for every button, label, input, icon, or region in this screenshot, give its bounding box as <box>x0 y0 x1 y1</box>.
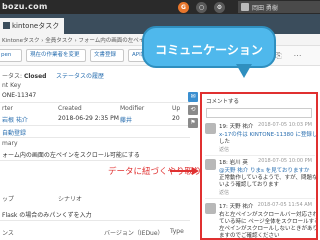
summary-label: mary <box>2 140 18 147</box>
open-button[interactable]: pen <box>0 49 22 62</box>
avatar <box>205 203 216 214</box>
modifier-label: Modifier <box>120 105 145 112</box>
bell-icon[interactable]: ○ <box>196 2 207 13</box>
reporter-label: rter <box>2 105 13 112</box>
comment-item: 17: 天野 祐介 2018-07-05 11:54 AM 右と左ペインがスクロ… <box>205 202 316 239</box>
tab-label: kintoneタスク <box>12 22 60 30</box>
extra-note: Flask の場合のみパンくずを入力 <box>2 212 92 219</box>
comment-input[interactable] <box>206 108 312 118</box>
created-value: 2018-06-29 2:35 PM <box>58 115 119 122</box>
gear-icon[interactable]: ⚙ <box>214 2 225 13</box>
arrow-head-icon <box>192 167 199 175</box>
comment-author: 17: 天野 祐介 <box>219 204 254 210</box>
user-name: 岡田 勇樹 <box>252 5 278 12</box>
reply-link[interactable]: 返信 <box>219 189 229 196</box>
footer-label: ンス <box>2 230 14 237</box>
bubble-tail <box>236 64 252 78</box>
auto-register-link[interactable]: 自動登録 <box>2 128 26 137</box>
updated-label: Up <box>172 105 181 112</box>
status-label: ータス: Closed <box>2 73 47 80</box>
comment-item: 18: 岩川 英 2018-07-05 10:00 PM @天野 祐介 りまs … <box>205 158 316 202</box>
modifier-value[interactable]: 藤井 <box>120 115 132 124</box>
comment-line: した <box>219 139 231 145</box>
bubble-text: コミュニケーション <box>155 43 263 57</box>
change-assignee-button[interactable]: 現在の作業者を変更 <box>26 49 86 62</box>
comment-line: いよう確認しております <box>219 182 280 188</box>
steps-label: ップ <box>2 196 15 203</box>
more-icon[interactable]: ⋯ <box>293 51 302 60</box>
comment-author: 19: 天野 祐介 <box>219 124 254 130</box>
app-logo[interactable]: bozu.com <box>2 2 48 11</box>
key-label: nt Key <box>2 82 21 89</box>
comment-author: 18: 岩川 英 <box>219 160 248 166</box>
avatar <box>241 3 249 11</box>
grid-icon[interactable]: G <box>178 2 189 13</box>
summary-value: ォーム内の画面の左ペインをスクロール可能にする <box>2 152 140 159</box>
reply-link[interactable]: 返信 <box>219 146 229 153</box>
comment-icon[interactable]: ✉ <box>188 92 198 102</box>
comment-item: 19: 天野 祐介 2018-07-05 10:03 PM x-17の件は KI… <box>205 122 318 158</box>
updated-value: 20 <box>172 115 180 122</box>
global-header: bozu.com G ○ ⚙ 岡田 勇樹 <box>0 0 320 14</box>
reporter-value[interactable]: 岩根 祐介 <box>2 115 28 124</box>
footer-version: バージョン（IEDue） <box>104 230 164 237</box>
status-history-link[interactable]: ステータスの履歴 <box>56 71 104 80</box>
history-icon[interactable]: ⟲ <box>188 105 198 115</box>
comment-panel: コメントする 19: 天野 祐介 2018-07-05 10:03 PM x-1… <box>200 92 318 240</box>
flag-icon[interactable]: ⚑ <box>188 118 198 128</box>
speech-bubble: コミュニケーション <box>142 26 276 68</box>
user-menu[interactable]: 岡田 勇樹 <box>238 1 320 13</box>
scenario-label: シナリオ <box>58 196 83 203</box>
comment-time: 2018-07-05 10:03 PM <box>258 122 312 128</box>
avatar <box>205 123 216 134</box>
home-icon <box>3 22 10 29</box>
tab-kintone-task[interactable]: kintoneタスク <box>0 18 64 34</box>
created-label: Created <box>58 105 82 112</box>
status-value: Closed <box>23 73 47 80</box>
comment-time: 2018-07-05 11:54 AM <box>257 202 312 208</box>
side-panel-toggles: ✉ ⟲ ⚑ <box>188 92 198 131</box>
register-document-button[interactable]: 文書登録 <box>90 49 124 62</box>
comment-header: コメントする <box>206 99 240 105</box>
comment-time: 2018-07-05 10:00 PM <box>258 158 312 164</box>
footer-type: Type <box>170 228 184 235</box>
key-value: ONE-11347 <box>2 92 37 99</box>
comment-line: x-17の件は KINTONE-11380 に登録しま <box>219 132 318 138</box>
avatar <box>205 159 216 170</box>
comment-line: ますのでご確認ください <box>219 233 280 239</box>
